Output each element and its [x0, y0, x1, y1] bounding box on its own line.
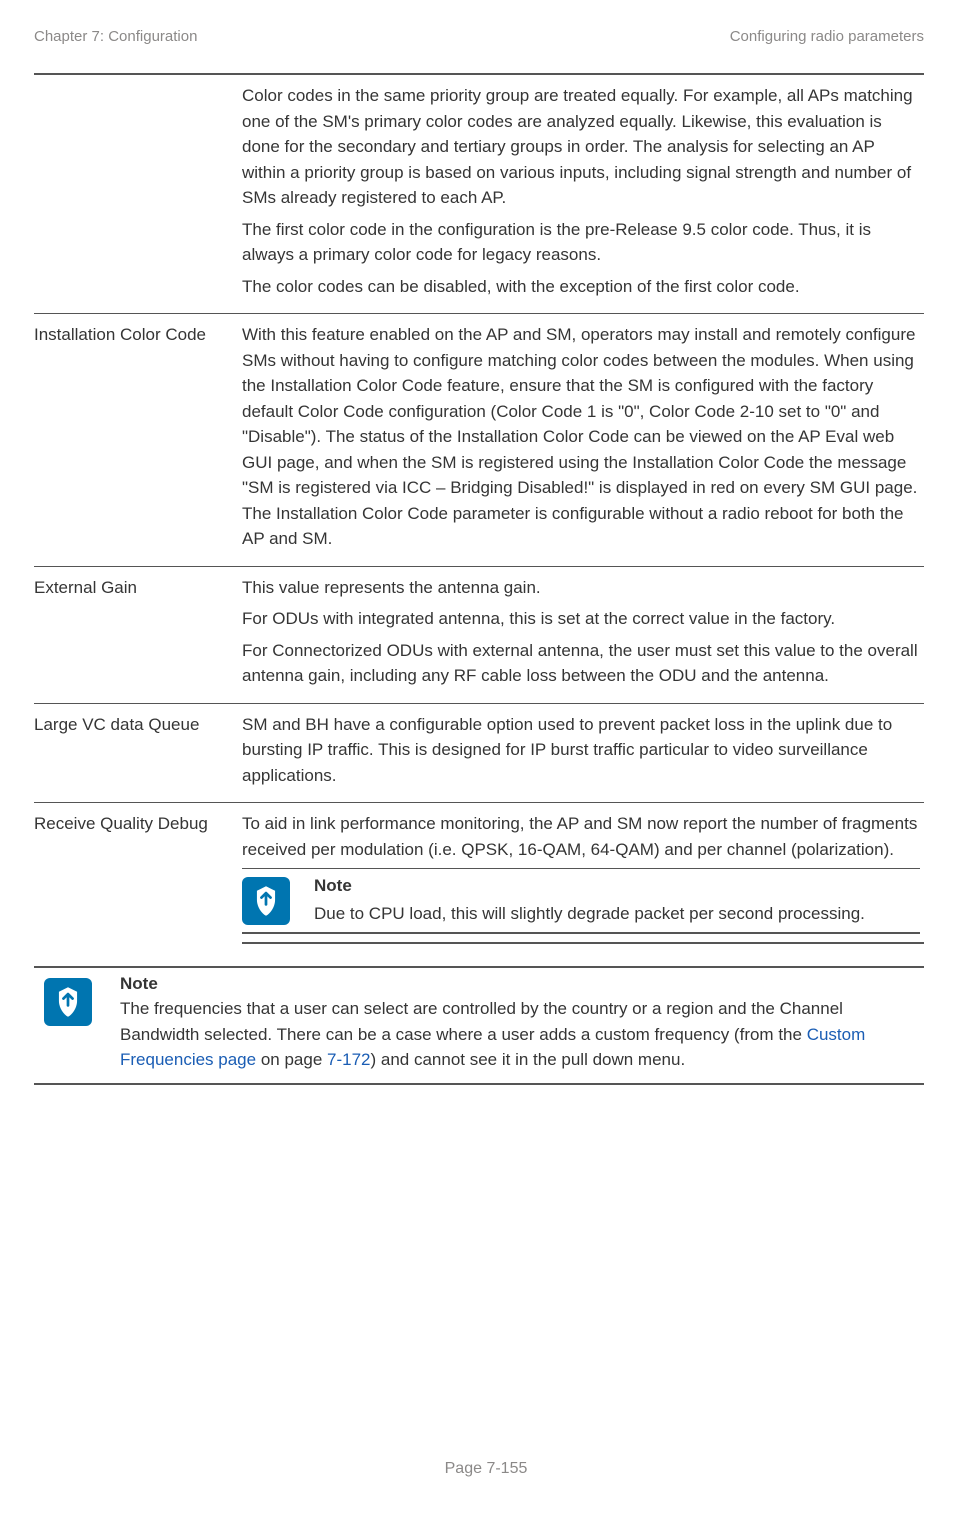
- attr-desc: With this feature enabled on the AP and …: [242, 314, 924, 567]
- note-text-mid: on page: [256, 1050, 327, 1069]
- note-text: The frequencies that a user can select a…: [120, 996, 924, 1073]
- attr-label: Large VC data Queue: [34, 703, 242, 803]
- attr-label: External Gain: [34, 566, 242, 703]
- attr-label: [34, 74, 242, 314]
- attribute-table: Color codes in the same priority group a…: [34, 73, 924, 944]
- paragraph: SM and BH have a configurable option use…: [242, 712, 920, 789]
- page-footer: Page 7-155: [0, 1460, 972, 1478]
- paragraph: With this feature enabled on the AP and …: [242, 322, 920, 552]
- standalone-note: Note The frequencies that a user can sel…: [34, 966, 924, 1085]
- table-row: Receive Quality Debug To aid in link per…: [34, 803, 924, 944]
- inline-note: Note Due to CPU load, this will slightly…: [242, 868, 920, 934]
- page-header: Chapter 7: Configuration Configuring rad…: [34, 28, 924, 45]
- paragraph: For ODUs with integrated antenna, this i…: [242, 606, 920, 632]
- link-page-ref[interactable]: 7-172: [327, 1050, 370, 1069]
- attr-desc: SM and BH have a configurable option use…: [242, 703, 924, 803]
- attr-desc: This value represents the antenna gain. …: [242, 566, 924, 703]
- attr-label: Installation Color Code: [34, 314, 242, 567]
- note-body: Note The frequencies that a user can sel…: [120, 974, 924, 1073]
- table-row: Large VC data Queue SM and BH have a con…: [34, 703, 924, 803]
- header-section: Configuring radio parameters: [730, 28, 924, 45]
- table-row: External Gain This value represents the …: [34, 566, 924, 703]
- table-row: Color codes in the same priority group a…: [34, 74, 924, 314]
- paragraph: This value represents the antenna gain.: [242, 575, 920, 601]
- note-icon-cell: [242, 873, 314, 926]
- header-chapter: Chapter 7: Configuration: [34, 28, 197, 45]
- note-icon: [242, 877, 290, 925]
- paragraph: To aid in link performance monitoring, t…: [242, 811, 920, 862]
- attr-label: Receive Quality Debug: [34, 803, 242, 944]
- note-body: Note Due to CPU load, this will slightly…: [314, 873, 920, 926]
- paragraph: For Connectorized ODUs with external ant…: [242, 638, 920, 689]
- attr-desc: To aid in link performance monitoring, t…: [242, 803, 924, 944]
- table-row: Installation Color Code With this featur…: [34, 314, 924, 567]
- note-title: Note: [314, 873, 920, 899]
- note-text-post: ) and cannot see it in the pull down men…: [370, 1050, 685, 1069]
- note-text: Due to CPU load, this will slightly degr…: [314, 901, 920, 927]
- note-icon: [44, 978, 92, 1026]
- paragraph: The color codes can be disabled, with th…: [242, 274, 920, 300]
- note-text-pre: The frequencies that a user can select a…: [120, 999, 843, 1044]
- attr-desc: Color codes in the same priority group a…: [242, 74, 924, 314]
- note-title: Note: [120, 974, 924, 994]
- note-icon-cell: [34, 974, 120, 1073]
- paragraph: The first color code in the configuratio…: [242, 217, 920, 268]
- paragraph: Color codes in the same priority group a…: [242, 83, 920, 211]
- page: Chapter 7: Configuration Configuring rad…: [0, 0, 972, 1514]
